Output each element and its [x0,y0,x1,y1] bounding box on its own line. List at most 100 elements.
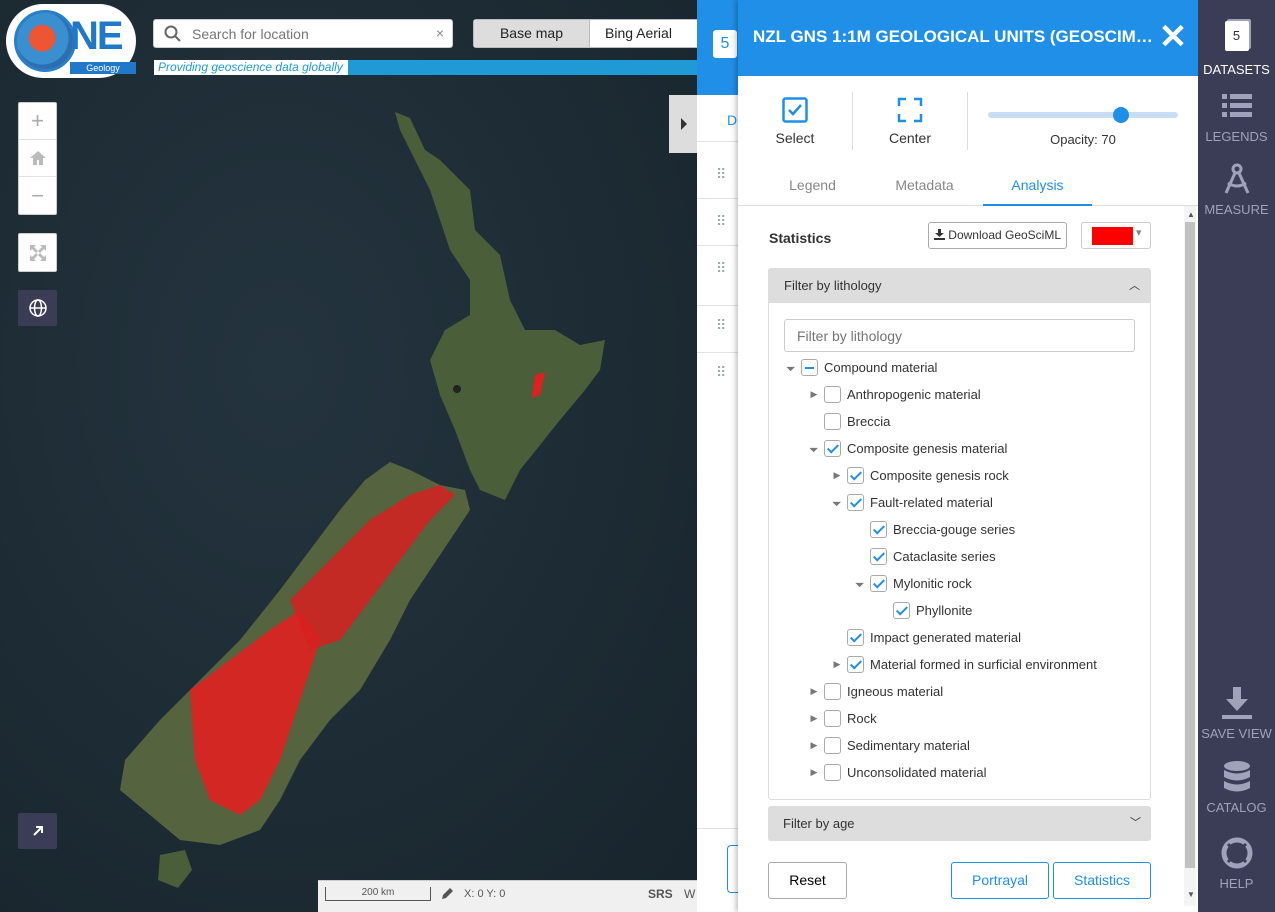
caret-right-icon[interactable]: ▶ [808,686,820,697]
tree-item[interactable]: Breccia [808,413,1145,433]
close-icon[interactable]: ✕ [1156,18,1190,56]
basemap-value[interactable]: Bing Aerial [590,20,702,47]
globe-view-button[interactable] [18,290,57,326]
clear-icon[interactable]: × [436,25,444,41]
tree-checkbox[interactable] [847,656,864,673]
location-search[interactable]: × [153,19,453,48]
drag-handle-icon[interactable]: ⠿ [716,317,726,334]
tab-metadata[interactable]: Metadata [870,177,979,193]
age-filter-header[interactable]: Filter by age ﹀ [768,806,1151,841]
drag-handle-icon[interactable]: ⠿ [716,260,726,277]
statistics-button[interactable]: Statistics [1053,862,1151,899]
caret-right-icon[interactable]: ▶ [831,470,843,481]
center-button[interactable]: Center [853,90,967,146]
basemap-selector[interactable]: Base map Bing Aerial [473,19,703,48]
sidebar-item-datasets[interactable]: 5 DATASETS [1198,16,1275,77]
sidebar-item-legends[interactable]: LEGENDS [1198,86,1275,144]
tree-checkbox[interactable] [893,602,910,619]
scrollbar-thumb[interactable] [1185,222,1195,868]
search-input[interactable] [192,23,427,45]
expand-button[interactable] [18,813,57,849]
tree-checkbox[interactable] [824,683,841,700]
tree-item-label: Anthropogenic material [847,387,981,402]
caret-down-icon[interactable]: ◢ [807,440,822,455]
scroll-up-icon[interactable]: ▲ [1187,210,1195,219]
tree-checkbox[interactable] [801,359,818,376]
caret-right-icon[interactable]: ▶ [808,740,820,751]
tree-item[interactable]: ◢ Fault-related material [831,494,1145,514]
basemap-label[interactable]: Base map [474,20,590,47]
tree-item-label: Phyllonite [916,603,973,618]
zoom-in-icon[interactable]: + [19,103,56,140]
caret-down-icon[interactable]: ◢ [853,575,868,590]
tree-item[interactable]: ▶ Material formed in surficial environmen… [831,656,1145,676]
sidebar-item-measure[interactable]: MEASURE [1198,159,1275,217]
highlight-color-picker[interactable]: ▾ [1081,222,1151,249]
select-button[interactable]: Select [738,90,852,146]
caret-down-icon[interactable]: ◢ [830,494,845,509]
tree-checkbox[interactable] [824,386,841,403]
tree-item[interactable]: Breccia-gouge series [854,521,1145,541]
tree-item[interactable]: ▶ Sedimentary material [808,737,1145,757]
drag-handle-icon[interactable]: ⠿ [716,213,726,230]
tree-item[interactable]: ▶ Unconsolidated material [808,764,1145,784]
lithology-filter-input[interactable] [784,319,1135,352]
tree-checkbox[interactable] [847,467,864,484]
tree-item[interactable]: Impact generated material [831,629,1145,649]
tree-item[interactable]: ▶ Anthropogenic material [808,386,1145,406]
caret-right-icon[interactable]: ▶ [808,767,820,778]
tree-checkbox[interactable] [824,413,841,430]
tree-checkbox[interactable] [847,629,864,646]
opacity-slider-knob[interactable] [1113,107,1129,123]
home-icon[interactable] [19,140,56,177]
lithology-filter-header[interactable]: Filter by lithology ︿ [769,269,1150,303]
portrayal-button[interactable]: Portrayal [951,862,1049,899]
tree-item-label: Fault-related material [870,495,993,510]
drag-handle-icon[interactable]: ⠿ [716,166,726,183]
download-geosciml-button[interactable]: Download GeoSciML [928,222,1067,249]
drag-handle-icon[interactable]: ⠿ [716,364,726,381]
tree-checkbox[interactable] [870,548,887,565]
panel-collapse-tab[interactable] [669,95,698,153]
caret-right-icon[interactable]: ▶ [831,659,843,670]
caret-right-icon[interactable]: ▶ [808,713,820,724]
reset-button[interactable]: Reset [768,862,847,899]
tree-checkbox[interactable] [824,440,841,457]
tree-checkbox[interactable] [870,575,887,592]
tagline: Providing geoscience data globally [154,60,348,75]
scroll-down-icon[interactable]: ▼ [1187,890,1195,899]
tree-item[interactable]: Cataclasite series [854,548,1145,568]
sidebar-item-save-view[interactable]: SAVE VIEW [1198,683,1275,741]
lithology-filter: Filter by lithology ︿ ◢ Compound material… [768,268,1151,800]
tree-item-label: Igneous material [847,684,944,699]
tree-item[interactable]: ◢ Mylonitic rock [854,575,1145,595]
srs-value[interactable]: W [684,887,695,901]
arrow-up-right-icon [32,826,43,836]
tree-checkbox[interactable] [824,737,841,754]
tree-checkbox[interactable] [824,764,841,781]
tab-legend[interactable]: Legend [758,177,867,193]
sidebar-item-help[interactable]: HELP [1198,833,1275,891]
panel-scrollbar[interactable]: ▲ ▼ [1184,206,1196,906]
tree-item[interactable]: ◢ Composite genesis material [808,440,1145,460]
zoom-out-icon[interactable]: − [19,177,56,214]
sidebar-item-catalog[interactable]: CATALOG [1198,757,1275,815]
tree-item[interactable]: ▶ Rock [808,710,1145,730]
tree-checkbox[interactable] [870,521,887,538]
opacity-slider[interactable] [988,107,1178,123]
caret-right-icon[interactable]: ▶ [808,389,820,400]
tree-item[interactable]: ▶ Igneous material [808,683,1145,703]
tree-item[interactable]: ▶ Composite genesis rock [831,467,1145,487]
fullscreen-icon[interactable] [19,234,56,271]
caret-down-icon[interactable]: ◢ [784,359,799,374]
tree-checkbox[interactable] [847,494,864,511]
pencil-icon[interactable] [440,887,454,901]
tree-item[interactable]: ◢ Compound material [785,359,1145,379]
tree-checkbox[interactable] [824,710,841,727]
tab-analysis[interactable]: Analysis [983,177,1092,193]
tree-item[interactable]: Phyllonite [877,602,1145,622]
onegeology-logo[interactable]: NE Geology [6,4,136,78]
datasets-icon: 5 [1224,21,1249,51]
datasets-tab[interactable]: D [727,112,737,128]
datasets-panel: 5 D ⠿ ⠿ ⠿ ⠿ ⠿ [697,0,742,912]
